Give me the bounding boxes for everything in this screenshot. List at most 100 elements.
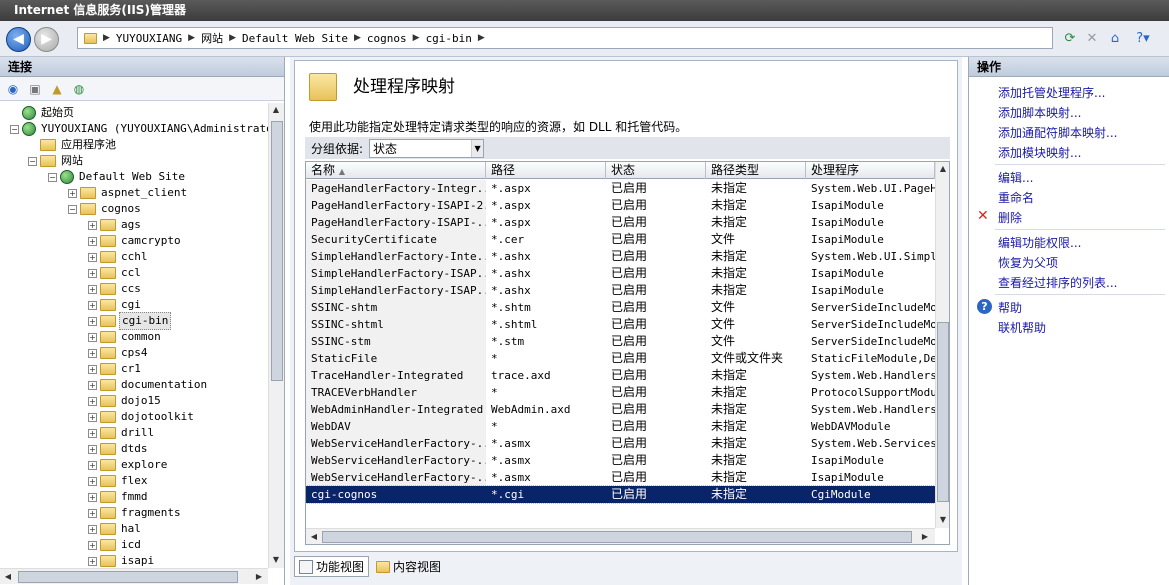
table-row[interactable]: SSINC-shtml *.shtml 已启用 文件 ServerSideInclude…: [306, 316, 935, 333]
expander-icon[interactable]: +: [88, 380, 97, 390]
expander-icon[interactable]: +: [88, 444, 97, 454]
expander-icon[interactable]: +: [88, 284, 97, 294]
expander-icon[interactable]: +: [88, 236, 97, 246]
expander-icon[interactable]: +: [88, 364, 97, 374]
chevron-down-icon[interactable]: ▼: [471, 139, 484, 157]
chevron-right-icon[interactable]: ▶: [229, 33, 236, 43]
chevron-right-icon[interactable]: ▶: [103, 33, 110, 43]
expander-icon[interactable]: +: [88, 396, 97, 406]
scroll-up-icon[interactable]: ▲: [269, 103, 283, 117]
tree-item[interactable]: +应用程序池: [28, 137, 118, 153]
breadcrumb-sites[interactable]: 网站: [201, 30, 223, 46]
grid-vertical-scrollbar[interactable]: ▲ ▼: [935, 162, 949, 528]
tree-item[interactable]: + ccl: [88, 265, 143, 281]
tree-item[interactable]: + cgi: [88, 297, 143, 313]
table-row[interactable]: StaticFile * 已启用 文件或文件夹 StaticFileModule,Def…: [306, 350, 935, 367]
expander-icon[interactable]: +: [88, 556, 97, 566]
scroll-left-icon[interactable]: ◀: [307, 530, 321, 544]
table-row[interactable]: PageHandlerFactory-ISAPI-2.0 *.aspx 已启用 未指定…: [306, 197, 935, 214]
tree-item[interactable]: + flex: [88, 473, 150, 489]
chevron-right-icon[interactable]: ▶: [188, 33, 195, 43]
tree-item[interactable]: +起始页: [10, 105, 76, 121]
edit-feature-permissions-link[interactable]: 编辑功能权限...: [998, 234, 1081, 251]
column-header-state[interactable]: 状态: [606, 162, 706, 179]
table-row[interactable]: WebServiceHandlerFactory-... *.asmx 已启用 未指定…: [306, 469, 935, 486]
table-row[interactable]: SSINC-stm *.stm 已启用 文件 ServerSideIncludeModu: [306, 333, 935, 350]
expander-icon[interactable]: +: [88, 332, 97, 342]
table-row[interactable]: TraceHandler-Integrated trace.axd 已启用 未指定 Sy…: [306, 367, 935, 384]
view-ordered-list-link[interactable]: 查看经过排序的列表...: [998, 274, 1117, 291]
breadcrumb-site[interactable]: Default Web Site: [242, 32, 348, 45]
scroll-up-icon[interactable]: ▲: [936, 162, 949, 176]
online-help-link[interactable]: 联机帮助: [998, 319, 1046, 336]
column-header-path-type[interactable]: 路径类型: [706, 162, 806, 179]
stop-icon[interactable]: ✕: [1083, 30, 1101, 48]
save-icon[interactable]: ▣: [26, 80, 44, 98]
expander-icon[interactable]: −: [10, 124, 19, 134]
expander-icon[interactable]: −: [48, 172, 57, 182]
edit-link[interactable]: 编辑...: [998, 169, 1033, 186]
breadcrumb-server[interactable]: YUYOUXIANG: [116, 32, 182, 45]
scroll-left-icon[interactable]: ◀: [1, 570, 15, 584]
expander-icon[interactable]: +: [88, 508, 97, 518]
tree-hscroll-thumb[interactable]: [18, 571, 238, 583]
up-folder-icon[interactable]: ▲: [48, 80, 66, 98]
chevron-right-icon[interactable]: ▶: [478, 33, 485, 43]
table-row[interactable]: WebAdminHandler-Integrated WebAdmin.axd 已启…: [306, 401, 935, 418]
table-row[interactable]: SimpleHandlerFactory-ISAP... *.ashx 已启用 未指定…: [306, 265, 935, 282]
table-row[interactable]: cgi-cognos *.cgi 已启用 未指定 CgiModule: [306, 485, 936, 504]
scroll-right-icon[interactable]: ▶: [918, 530, 932, 544]
revert-to-parent-link[interactable]: 恢复为父项: [998, 254, 1058, 271]
tree-item[interactable]: + fragments: [88, 505, 183, 521]
tree-item[interactable]: − 网站: [28, 153, 85, 169]
expander-icon[interactable]: +: [88, 268, 97, 278]
expander-icon[interactable]: +: [88, 540, 97, 550]
tree-item[interactable]: + dojotoolkit: [88, 409, 196, 425]
group-by-select[interactable]: 状态 ▼: [369, 138, 485, 158]
breadcrumb-cognos[interactable]: cognos: [367, 32, 407, 45]
chevron-right-icon[interactable]: ▶: [413, 33, 420, 43]
table-row[interactable]: WebServiceHandlerFactory-... *.asmx 已启用 未指定…: [306, 452, 935, 469]
tree-item[interactable]: + ccs: [88, 281, 143, 297]
table-row[interactable]: PageHandlerFactory-Integr... *.aspx 已启用 未指定…: [306, 180, 935, 197]
delete-link[interactable]: 删除: [998, 209, 1022, 226]
tree-item[interactable]: − cognos: [68, 201, 143, 217]
expander-icon[interactable]: +: [88, 476, 97, 486]
expander-icon[interactable]: +: [88, 524, 97, 534]
tree-item[interactable]: + camcrypto: [88, 233, 183, 249]
tree-horizontal-scrollbar[interactable]: ◀ ▶: [0, 568, 268, 584]
tree-item[interactable]: − YUYOUXIANG (YUYOUXIANG\Administrator): [10, 121, 268, 137]
add-module-mapping-link[interactable]: 添加模块映射...: [998, 144, 1081, 161]
address-bar[interactable]: ▶ YUYOUXIANG ▶ 网站 ▶ Default Web Site ▶ c…: [77, 27, 1053, 49]
tree-item[interactable]: + cchl: [88, 249, 150, 265]
scroll-down-icon[interactable]: ▼: [269, 553, 283, 567]
chevron-right-icon[interactable]: ▶: [354, 33, 361, 43]
expander-icon[interactable]: +: [88, 220, 97, 230]
expander-icon[interactable]: +: [88, 252, 97, 262]
expander-icon[interactable]: +: [88, 428, 97, 438]
column-header-path[interactable]: 路径: [486, 162, 606, 179]
tree-item[interactable]: + dtds: [88, 441, 150, 457]
rename-link[interactable]: 重命名: [998, 189, 1034, 206]
tree-item[interactable]: + hal: [88, 521, 143, 537]
scroll-right-icon[interactable]: ▶: [252, 570, 266, 584]
scroll-down-icon[interactable]: ▼: [936, 513, 949, 527]
expander-icon[interactable]: +: [88, 348, 97, 358]
grid-scroll-thumb[interactable]: [937, 322, 949, 502]
column-header-name[interactable]: 名称 ▲: [306, 162, 486, 179]
tree-item[interactable]: + aspnet_client: [68, 185, 189, 201]
tab-content-view[interactable]: 内容视图: [371, 556, 446, 577]
add-managed-handler-link[interactable]: 添加托管处理程序...: [998, 84, 1105, 101]
tree-scroll-thumb[interactable]: [271, 121, 283, 381]
table-row[interactable]: SecurityCertificate *.cer 已启用 文件 IsapiModule: [306, 231, 935, 248]
add-wildcard-script-map-link[interactable]: 添加通配符脚本映射...: [998, 124, 1117, 141]
expander-icon[interactable]: +: [88, 492, 97, 502]
table-row[interactable]: TRACEVerbHandler * 已启用 未指定 ProtocolSupportMo…: [306, 384, 935, 401]
column-header-handler[interactable]: 处理程序: [806, 162, 935, 179]
tree-item[interactable]: + documentation: [88, 377, 209, 393]
connect-icon[interactable]: ◉: [4, 80, 22, 98]
forward-button[interactable]: ▶: [34, 27, 59, 52]
tree-item[interactable]: + drill: [88, 425, 156, 441]
add-script-map-link[interactable]: 添加脚本映射...: [998, 104, 1081, 121]
expander-icon[interactable]: −: [68, 204, 77, 214]
